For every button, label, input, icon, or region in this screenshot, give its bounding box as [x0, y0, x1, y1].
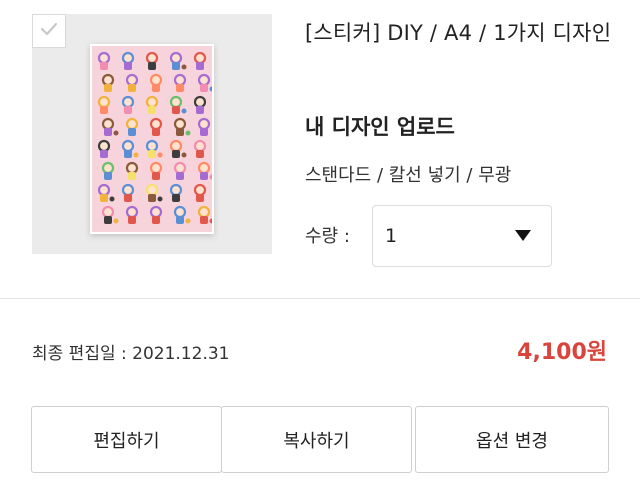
last-edited-date: 최종 편집일 : 2021.12.31 [32, 344, 230, 364]
copy-button[interactable]: 복사하기 [221, 406, 412, 473]
upload-design-label: 내 디자인 업로드 [305, 115, 455, 139]
change-option-button[interactable]: 옵션 변경 [415, 406, 609, 473]
edit-button[interactable]: 편집하기 [31, 406, 222, 473]
check-icon [39, 21, 59, 41]
price: 4,100원 [517, 340, 607, 365]
product-thumbnail[interactable] [32, 14, 272, 254]
product-options: 스탠다드 / 칼선 넣기 / 무광 [305, 165, 512, 186]
divider [0, 298, 640, 299]
chevron-down-icon [515, 230, 531, 241]
product-title: [스티커] DIY / A4 / 1가지 디자인 [305, 21, 612, 45]
quantity-value: 1 [385, 225, 398, 247]
quantity-label: 수량 : [305, 226, 350, 247]
quantity-select[interactable]: 1 [372, 205, 552, 267]
sticker-sheet-image [90, 44, 214, 234]
product-info: [스티커] DIY / A4 / 1가지 디자인 [305, 14, 615, 51]
select-checkbox[interactable] [32, 14, 66, 48]
